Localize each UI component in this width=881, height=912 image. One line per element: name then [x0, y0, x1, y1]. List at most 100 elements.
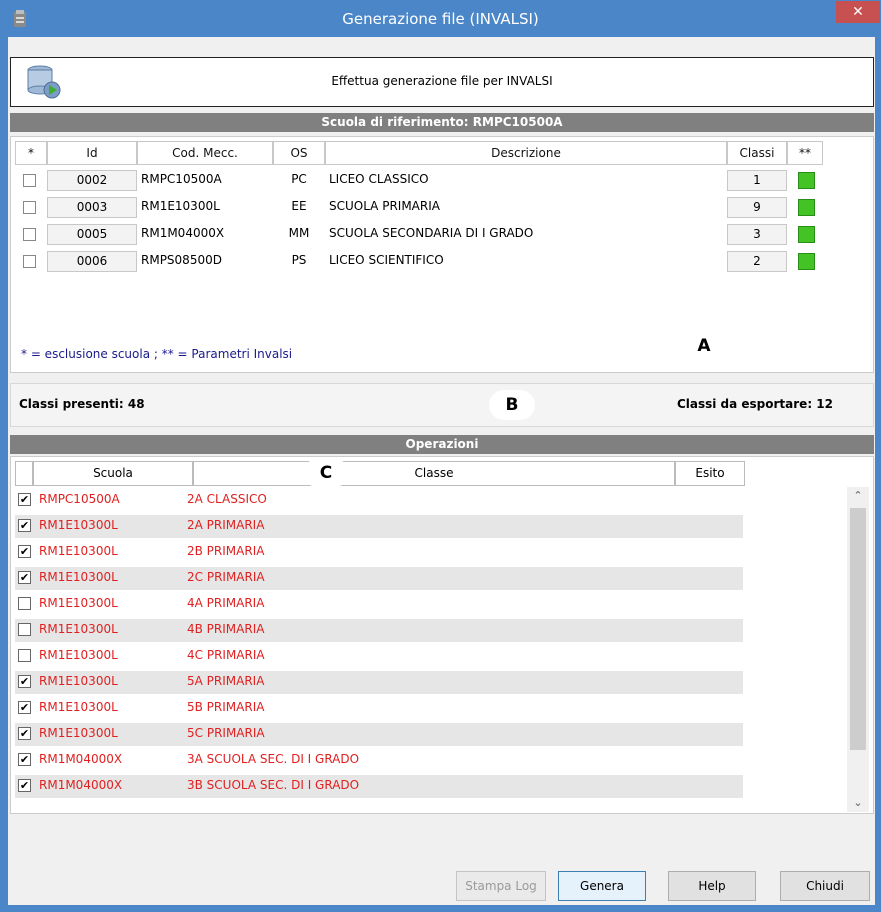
- close-button[interactable]: ✕: [836, 1, 880, 23]
- classes-summary: Classi presenti: 48 B Classi da esportar…: [10, 383, 874, 427]
- school-id: 0003: [47, 197, 137, 218]
- operations-section-title: Operazioni: [10, 435, 874, 454]
- dialog-window: Generazione file (INVALSI) ✕ Effettua ge…: [0, 0, 881, 912]
- school-cod-mecc: RM1M04000X: [141, 226, 225, 240]
- parametri-ok-icon[interactable]: [798, 172, 815, 189]
- operation-row[interactable]: ✔ RMPC10500A 2A CLASSICO: [15, 489, 743, 512]
- operation-row[interactable]: ✔ RM1E10300L 5A PRIMARIA: [15, 671, 743, 694]
- scroll-up-icon[interactable]: ⌃: [847, 487, 869, 505]
- school-os: MM: [288, 226, 310, 240]
- col-header-cod-mecc[interactable]: Cod. Mecc.: [137, 141, 273, 165]
- operation-checkbox[interactable]: ✔: [18, 727, 31, 740]
- school-classi: 2: [727, 251, 787, 272]
- operation-row[interactable]: RM1E10300L 4B PRIMARIA: [15, 619, 743, 642]
- school-os: PC: [291, 172, 307, 186]
- operation-scuola: RM1E10300L: [39, 544, 118, 558]
- operation-checkbox[interactable]: ✔: [18, 753, 31, 766]
- school-descrizione: LICEO CLASSICO: [329, 172, 429, 186]
- operation-row[interactable]: ✔ RM1E10300L 2C PRIMARIA: [15, 567, 743, 590]
- client-area: Effettua generazione file per INVALSI Sc…: [8, 37, 875, 905]
- header-panel: Effettua generazione file per INVALSI: [10, 57, 874, 107]
- school-id: 0002: [47, 170, 137, 191]
- operation-row[interactable]: ✔ RM1E10300L 5C PRIMARIA: [15, 723, 743, 746]
- help-button[interactable]: Help: [668, 871, 756, 901]
- scroll-thumb[interactable]: [850, 508, 866, 750]
- school-classi: 1: [727, 170, 787, 191]
- operation-classe: 2A CLASSICO: [187, 492, 267, 506]
- operation-checkbox[interactable]: ✔: [18, 545, 31, 558]
- operation-checkbox[interactable]: ✔: [18, 493, 31, 506]
- operation-classe: 5C PRIMARIA: [187, 726, 265, 740]
- operation-row[interactable]: RM1E10300L 4C PRIMARIA: [15, 645, 743, 668]
- operation-row[interactable]: RM1E10300L 4A PRIMARIA: [15, 593, 743, 616]
- operation-scuola: RM1E10300L: [39, 726, 118, 740]
- col-header-classe[interactable]: Classe: [193, 461, 675, 486]
- genera-button[interactable]: Genera: [558, 871, 646, 901]
- operation-checkbox[interactable]: ✔: [18, 675, 31, 688]
- parametri-ok-icon[interactable]: [798, 226, 815, 243]
- parametri-ok-icon[interactable]: [798, 199, 815, 216]
- annotation-marker-a: A: [681, 331, 727, 361]
- operation-classe: 2C PRIMARIA: [187, 570, 265, 584]
- operation-checkbox[interactable]: [18, 597, 31, 610]
- operation-classe: 3B SCUOLA SEC. DI I GRADO: [187, 778, 360, 792]
- scroll-down-icon[interactable]: ⌄: [847, 794, 869, 812]
- operation-checkbox[interactable]: ✔: [18, 519, 31, 532]
- exclusion-checkbox[interactable]: [23, 228, 36, 241]
- operation-scuola: RM1E10300L: [39, 674, 118, 688]
- operations-list: Scuola Classe Esito C ✔ RMPC10500A 2A CLAS…: [10, 456, 874, 814]
- operation-checkbox[interactable]: [18, 623, 31, 636]
- operation-classe: 4B PRIMARIA: [187, 622, 265, 636]
- operation-checkbox[interactable]: ✔: [18, 701, 31, 714]
- annotation-marker-c: C: [303, 459, 349, 487]
- operation-classe: 5A PRIMARIA: [187, 674, 265, 688]
- chiudi-button[interactable]: Chiudi: [780, 871, 870, 901]
- col-header-descrizione[interactable]: Descrizione: [325, 141, 727, 165]
- col-header-select[interactable]: [15, 461, 33, 486]
- school-descrizione: LICEO SCIENTIFICO: [329, 253, 444, 267]
- parametri-ok-icon[interactable]: [798, 253, 815, 270]
- school-id: 0006: [47, 251, 137, 272]
- operation-scuola: RM1M04000X: [39, 778, 123, 792]
- school-id: 0005: [47, 224, 137, 245]
- col-header-exclusion[interactable]: *: [15, 141, 47, 165]
- school-cod-mecc: RMPS08500D: [141, 253, 222, 267]
- legend-text: * = esclusione scuola ; ** = Parametri I…: [21, 347, 293, 361]
- exclusion-checkbox[interactable]: [23, 201, 36, 214]
- school-cod-mecc: RM1E10300L: [141, 199, 220, 213]
- operation-scuola: RM1M04000X: [39, 752, 123, 766]
- col-header-id[interactable]: Id: [47, 141, 137, 165]
- col-header-parametri[interactable]: **: [787, 141, 823, 165]
- exclusion-checkbox[interactable]: [23, 174, 36, 187]
- exclusion-checkbox[interactable]: [23, 255, 36, 268]
- operation-checkbox[interactable]: ✔: [18, 779, 31, 792]
- stampa-log-button[interactable]: Stampa Log: [456, 871, 546, 901]
- operation-classe: 4C PRIMARIA: [187, 648, 265, 662]
- school-os: PS: [291, 253, 307, 267]
- col-header-classi[interactable]: Classi: [727, 141, 787, 165]
- schools-section-title: Scuola di riferimento: RMPC10500A: [10, 113, 874, 132]
- title-bar[interactable]: Generazione file (INVALSI) ✕: [1, 1, 880, 37]
- operation-row[interactable]: ✔ RM1E10300L 2A PRIMARIA: [15, 515, 743, 538]
- operation-classe: 4A PRIMARIA: [187, 596, 265, 610]
- operation-scuola: RMPC10500A: [39, 492, 120, 506]
- operation-scuola: RM1E10300L: [39, 570, 118, 584]
- operation-row[interactable]: ✔ RM1E10300L 2B PRIMARIA: [15, 541, 743, 564]
- operation-scuola: RM1E10300L: [39, 518, 118, 532]
- operation-row[interactable]: ✔ RM1M04000X 3B SCUOLA SEC. DI I GRADO: [15, 775, 743, 798]
- vertical-scrollbar[interactable]: ⌃ ⌄: [847, 487, 869, 812]
- annotation-marker-b: B: [489, 390, 535, 420]
- school-descrizione: SCUOLA SECONDARIA DI I GRADO: [329, 226, 534, 240]
- col-header-esito[interactable]: Esito: [675, 461, 745, 486]
- school-cod-mecc: RMPC10500A: [141, 172, 222, 186]
- operation-checkbox[interactable]: ✔: [18, 571, 31, 584]
- operation-row[interactable]: ✔ RM1E10300L 5B PRIMARIA: [15, 697, 743, 720]
- operation-classe: 2A PRIMARIA: [187, 518, 265, 532]
- operation-checkbox[interactable]: [18, 649, 31, 662]
- col-header-os[interactable]: OS: [273, 141, 325, 165]
- classi-da-esportare: Classi da esportare: 12: [676, 397, 833, 411]
- operation-row[interactable]: ✔ RM1M04000X 3A SCUOLA SEC. DI I GRADO: [15, 749, 743, 772]
- window-title: Generazione file (INVALSI): [342, 10, 539, 28]
- col-header-scuola[interactable]: Scuola: [33, 461, 193, 486]
- operation-classe: 5B PRIMARIA: [187, 700, 265, 714]
